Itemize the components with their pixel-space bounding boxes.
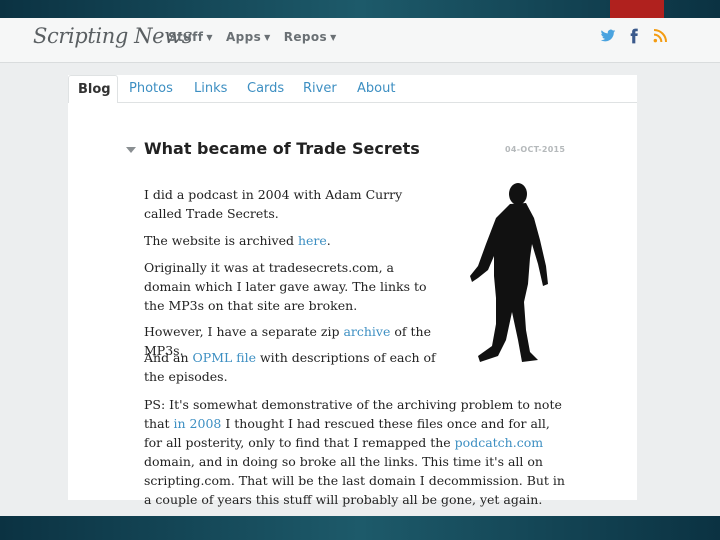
twitter-icon[interactable] [600, 28, 616, 44]
chevron-down-icon: ▼ [264, 33, 271, 42]
paragraph-1: I did a podcast in 2004 with Adam Curry … [144, 187, 403, 221]
menu-apps-label: Apps [225, 30, 262, 44]
tab-links[interactable]: Links [194, 81, 227, 96]
p6-end: domain, and in doing so broke all the li… [144, 454, 565, 507]
tab-river[interactable]: River [303, 81, 337, 96]
social-links [600, 28, 668, 44]
rss-icon[interactable] [652, 28, 668, 44]
paragraph-2: The website is archived here. [144, 231, 444, 250]
paragraph-5: And an OPML file with descriptions of ea… [144, 348, 444, 386]
paragraph-3: Originally it was at tradesecrets.com, a… [144, 260, 427, 313]
menu-repos-label: Repos [283, 30, 328, 44]
chevron-down-icon: ▼ [330, 33, 337, 42]
menu-apps[interactable]: Apps ▼ [226, 30, 271, 44]
top-red-tab [610, 0, 664, 18]
facebook-icon[interactable] [626, 28, 642, 44]
post-title[interactable]: What became of Trade Secrets [144, 139, 420, 158]
p2-end: . [326, 233, 331, 248]
tab-blog[interactable]: Blog [68, 75, 118, 103]
main-menu: Stuff ▼ Apps ▼ Repos ▼ [168, 30, 337, 44]
tab-divider [118, 102, 637, 103]
opml-file-link[interactable]: OPML file [193, 350, 256, 365]
tab-about[interactable]: About [357, 81, 395, 96]
tab-photos[interactable]: Photos [129, 81, 173, 96]
post-date: 04-OCT-2015 [505, 145, 566, 154]
menu-stuff[interactable]: Stuff ▼ [168, 30, 213, 44]
collapse-toggle-icon[interactable] [126, 147, 136, 153]
bottom-frame-band [0, 516, 720, 540]
p2-text: The website is archived [144, 233, 298, 248]
podcatch-link[interactable]: podcatch.com [455, 435, 543, 450]
menu-repos[interactable]: Repos ▼ [284, 30, 337, 44]
archive-link[interactable]: archive [343, 324, 390, 339]
site-navbar: Scripting News Stuff ▼ Apps ▼ Repos ▼ [0, 18, 720, 63]
tab-cards[interactable]: Cards [247, 81, 284, 96]
p5-text: And an [144, 350, 193, 365]
archive-here-link[interactable]: here [298, 233, 327, 248]
zombie-silhouette-image [470, 183, 548, 362]
chevron-down-icon: ▼ [206, 33, 213, 42]
in-2008-link[interactable]: in 2008 [174, 416, 222, 431]
tab-bar: Blog Photos Links Cards River About [68, 75, 637, 103]
menu-stuff-label: Stuff [168, 30, 204, 44]
p4-text: However, I have a separate zip [144, 324, 344, 339]
paragraph-6: PS: It's somewhat demonstrative of the a… [144, 395, 569, 509]
